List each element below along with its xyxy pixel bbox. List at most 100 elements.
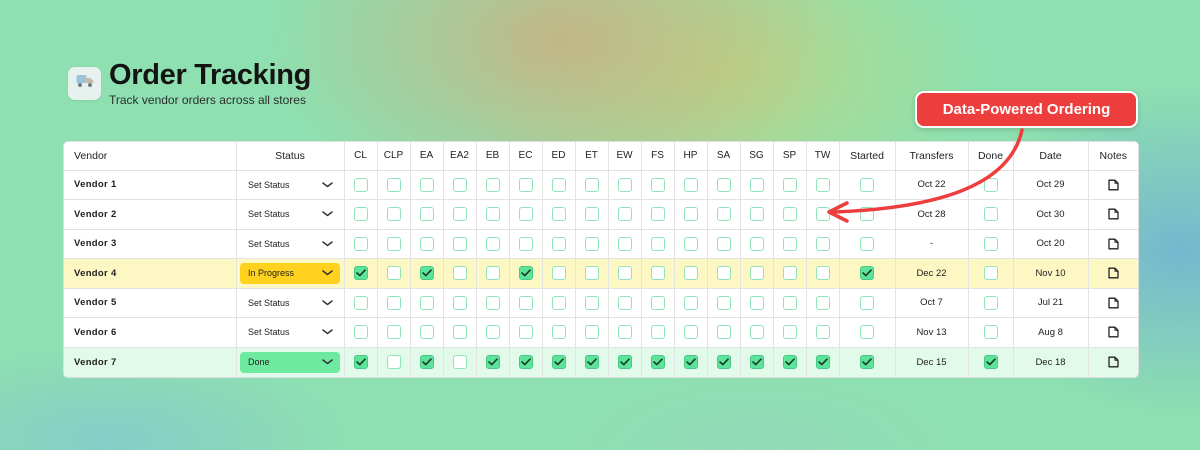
store-checkbox[interactable] [551,355,566,369]
store-checkbox[interactable] [617,207,632,222]
store-checkbox[interactable] [419,177,434,192]
column-header-store[interactable]: ED [542,142,576,171]
store-checkbox[interactable] [716,236,731,251]
store-checkbox[interactable] [551,236,566,251]
store-checkbox[interactable] [386,207,401,222]
store-checkbox[interactable] [485,207,500,222]
store-checkbox[interactable] [419,325,434,340]
started-checkbox[interactable] [860,207,874,222]
store-checkbox[interactable] [419,266,434,281]
store-checkbox[interactable] [353,295,368,310]
note-icon[interactable] [1089,179,1139,191]
store-checkbox[interactable] [617,177,632,192]
column-header-store[interactable]: EA2 [443,142,477,171]
store-checkbox[interactable] [452,236,467,251]
store-checkbox[interactable] [782,325,797,340]
column-header-notes[interactable]: Notes [1088,142,1138,171]
store-checkbox[interactable] [386,355,401,369]
store-checkbox[interactable] [551,177,566,192]
store-checkbox[interactable] [518,295,533,310]
store-checkbox[interactable] [584,325,599,340]
done-checkbox[interactable] [983,355,998,369]
column-header-store[interactable]: FS [641,142,675,171]
store-checkbox[interactable] [749,207,764,222]
done-checkbox[interactable] [983,295,998,310]
store-checkbox[interactable] [650,207,665,222]
store-checkbox[interactable] [683,207,698,222]
store-checkbox[interactable] [518,177,533,192]
store-checkbox[interactable] [617,355,632,369]
column-header-vendor[interactable]: Vendor [64,142,237,171]
column-header-done[interactable]: Done [968,142,1014,171]
store-checkbox[interactable] [518,207,533,222]
store-checkbox[interactable] [683,236,698,251]
store-checkbox[interactable] [716,295,731,310]
column-header-started[interactable]: Started [839,142,896,171]
store-checkbox[interactable] [551,266,566,281]
store-checkbox[interactable] [716,177,731,192]
column-header-date[interactable]: Date [1013,142,1089,171]
store-checkbox[interactable] [485,295,500,310]
note-icon[interactable] [1089,267,1139,279]
store-checkbox[interactable] [617,295,632,310]
store-checkbox[interactable] [749,177,764,192]
store-checkbox[interactable] [749,325,764,340]
store-checkbox[interactable] [650,177,665,192]
store-checkbox[interactable] [419,355,434,369]
started-checkbox[interactable] [860,325,874,340]
done-checkbox[interactable] [983,177,998,192]
status-dropdown[interactable]: Set Status [240,292,340,313]
status-dropdown[interactable]: Done [240,351,340,373]
column-header-store[interactable]: EW [608,142,642,171]
store-checkbox[interactable] [386,325,401,340]
column-header-store[interactable]: EB [476,142,510,171]
started-checkbox[interactable] [860,295,874,310]
done-checkbox[interactable] [983,207,998,222]
store-checkbox[interactable] [452,177,467,192]
store-checkbox[interactable] [353,236,368,251]
store-checkbox[interactable] [683,355,698,369]
store-checkbox[interactable] [551,325,566,340]
started-checkbox[interactable] [860,355,874,369]
store-checkbox[interactable] [584,266,599,281]
status-dropdown[interactable]: Set Status [240,204,340,225]
done-checkbox[interactable] [983,236,998,251]
store-checkbox[interactable] [815,295,830,310]
store-checkbox[interactable] [452,266,467,281]
store-checkbox[interactable] [782,266,797,281]
store-checkbox[interactable] [386,236,401,251]
store-checkbox[interactable] [683,295,698,310]
store-checkbox[interactable] [683,325,698,340]
store-checkbox[interactable] [782,177,797,192]
store-checkbox[interactable] [749,355,764,369]
note-icon[interactable] [1089,208,1139,220]
column-header-store[interactable]: SA [707,142,741,171]
done-checkbox[interactable] [983,325,998,340]
store-checkbox[interactable] [452,295,467,310]
store-checkbox[interactable] [518,355,533,369]
store-checkbox[interactable] [749,295,764,310]
store-checkbox[interactable] [782,236,797,251]
store-checkbox[interactable] [650,236,665,251]
started-checkbox[interactable] [860,236,874,251]
store-checkbox[interactable] [551,207,566,222]
note-icon[interactable] [1089,238,1139,250]
store-checkbox[interactable] [815,207,830,222]
note-icon[interactable] [1089,297,1139,309]
store-checkbox[interactable] [386,295,401,310]
store-checkbox[interactable] [518,266,533,281]
store-checkbox[interactable] [617,236,632,251]
store-checkbox[interactable] [551,295,566,310]
store-checkbox[interactable] [782,207,797,222]
column-header-status[interactable]: Status [236,142,345,171]
column-header-store[interactable]: CLP [377,142,411,171]
store-checkbox[interactable] [353,177,368,192]
store-checkbox[interactable] [584,295,599,310]
column-header-store[interactable]: CL [344,142,378,171]
store-checkbox[interactable] [452,207,467,222]
store-checkbox[interactable] [650,266,665,281]
store-checkbox[interactable] [650,355,665,369]
store-checkbox[interactable] [452,355,467,369]
store-checkbox[interactable] [353,355,368,369]
store-checkbox[interactable] [683,266,698,281]
